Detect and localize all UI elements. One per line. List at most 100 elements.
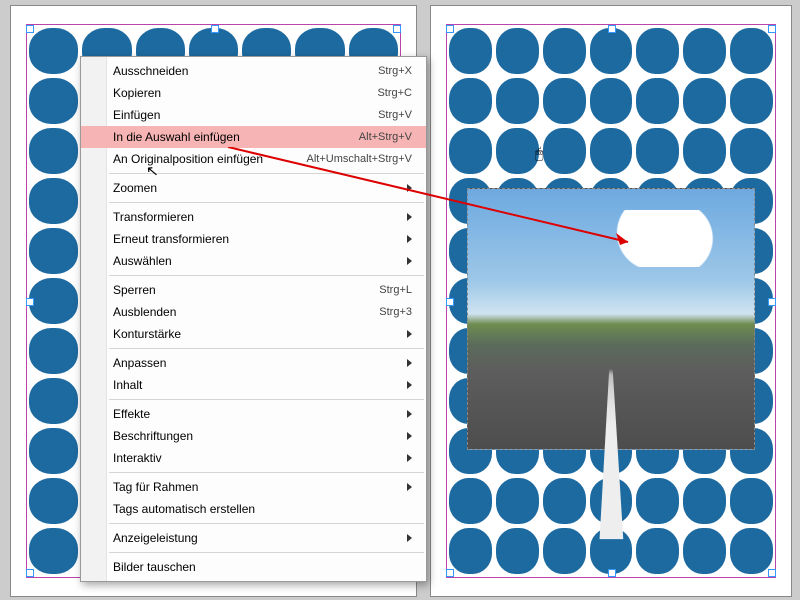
menu-item[interactable]: Transformieren (81, 206, 426, 228)
shape-cell[interactable] (496, 528, 539, 574)
menu-item[interactable]: An Originalposition einfügenAlt+Umschalt… (81, 148, 426, 170)
menu-item[interactable]: Tag für Rahmen (81, 476, 426, 498)
menu-item[interactable]: Zoomen (81, 177, 426, 199)
menu-item[interactable]: Auswählen (81, 250, 426, 272)
shape-cell[interactable] (590, 78, 633, 124)
placed-image[interactable] (467, 188, 755, 450)
context-menu[interactable]: Ausschneiden Strg+X KopierenStrg+CEinfügen… (80, 56, 427, 582)
shape-cell[interactable] (29, 128, 78, 174)
menu-item[interactable]: Ausschneiden Strg+X (81, 60, 426, 82)
shape-cell[interactable] (29, 78, 78, 124)
menu-item[interactable]: AusblendenStrg+3 (81, 301, 426, 323)
handle-icon[interactable] (446, 569, 454, 577)
shape-cell[interactable] (683, 28, 726, 74)
menu-separator (109, 523, 424, 524)
handle-icon[interactable] (768, 25, 776, 33)
menu-item-label: Tags automatisch erstellen (113, 502, 255, 516)
handle-icon[interactable] (26, 569, 34, 577)
shape-cell[interactable] (730, 78, 773, 124)
menu-item-label: Anpassen (113, 356, 166, 370)
shape-cell[interactable] (29, 378, 78, 424)
menu-item[interactable]: KopierenStrg+C (81, 82, 426, 104)
menu-item[interactable]: EinfügenStrg+V (81, 104, 426, 126)
shape-cell[interactable] (496, 78, 539, 124)
handle-icon[interactable] (446, 298, 454, 306)
shape-cell[interactable] (449, 78, 492, 124)
handle-icon[interactable] (608, 569, 616, 577)
shape-cell[interactable] (683, 528, 726, 574)
shape-cell[interactable] (590, 28, 633, 74)
shape-cell[interactable] (29, 528, 78, 574)
menu-separator (109, 348, 424, 349)
shape-cell[interactable] (29, 478, 78, 524)
menu-item[interactable]: In die Auswahl einfügenAlt+Strg+V (81, 126, 426, 148)
menu-item[interactable]: SperrenStrg+L (81, 279, 426, 301)
shape-cell[interactable] (29, 278, 78, 324)
shape-cell[interactable] (730, 128, 773, 174)
shape-cell[interactable] (449, 528, 492, 574)
shape-cell[interactable] (543, 528, 586, 574)
shape-cell[interactable] (29, 428, 78, 474)
menu-item-shortcut: Strg+X (378, 65, 412, 77)
shape-cell[interactable] (730, 28, 773, 74)
menu-item[interactable]: Bilder tauschen (81, 556, 426, 578)
shape-cell[interactable] (449, 478, 492, 524)
shape-cell[interactable] (449, 128, 492, 174)
handle-icon[interactable] (211, 25, 219, 33)
shape-cell[interactable] (496, 128, 539, 174)
shape-cell[interactable] (543, 28, 586, 74)
handle-icon[interactable] (768, 569, 776, 577)
handle-icon[interactable] (446, 25, 454, 33)
menu-item-label: An Originalposition einfügen (113, 152, 263, 166)
menu-item[interactable]: Effekte (81, 403, 426, 425)
shape-cell[interactable] (683, 478, 726, 524)
menu-item-label: Inhalt (113, 378, 142, 392)
handle-icon[interactable] (608, 25, 616, 33)
shape-cell[interactable] (636, 28, 679, 74)
shape-cell[interactable] (496, 28, 539, 74)
shape-cell[interactable] (543, 78, 586, 124)
shape-cell[interactable] (683, 128, 726, 174)
shape-cell[interactable] (730, 528, 773, 574)
handle-icon[interactable] (26, 298, 34, 306)
menu-item[interactable]: Tags automatisch erstellen (81, 498, 426, 520)
handle-icon[interactable] (768, 298, 776, 306)
menu-item[interactable]: Anzeigeleistung (81, 527, 426, 549)
shape-cell[interactable] (29, 178, 78, 224)
shape-cell[interactable] (730, 478, 773, 524)
submenu-arrow-icon (407, 410, 412, 418)
page-right[interactable] (430, 5, 792, 597)
submenu-arrow-icon (407, 534, 412, 542)
shape-cell[interactable] (496, 478, 539, 524)
shape-cell[interactable] (543, 128, 586, 174)
menu-item-label: In die Auswahl einfügen (113, 130, 240, 144)
handle-icon[interactable] (26, 25, 34, 33)
shape-cell[interactable] (636, 478, 679, 524)
shape-cell[interactable] (590, 128, 633, 174)
menu-item[interactable]: Erneut transformieren (81, 228, 426, 250)
handle-icon[interactable] (393, 25, 401, 33)
shape-cell[interactable] (29, 28, 78, 74)
submenu-arrow-icon (407, 432, 412, 440)
shape-cell[interactable] (29, 228, 78, 274)
menu-item-label: Kopieren (113, 86, 161, 100)
submenu-arrow-icon (407, 213, 412, 221)
menu-item[interactable]: Konturstärke (81, 323, 426, 345)
shape-cell[interactable] (29, 328, 78, 374)
selection-frame-right[interactable] (449, 28, 773, 574)
shape-cell[interactable] (636, 528, 679, 574)
shape-cell[interactable] (543, 478, 586, 524)
shape-cell[interactable] (449, 28, 492, 74)
menu-item[interactable]: Anpassen (81, 352, 426, 374)
cloud-icon (611, 210, 720, 267)
submenu-arrow-icon (407, 359, 412, 367)
shape-cell[interactable] (683, 78, 726, 124)
shape-cell[interactable] (636, 78, 679, 124)
menu-item[interactable]: Beschriftungen (81, 425, 426, 447)
menu-item-label: Ausschneiden (113, 64, 188, 78)
menu-item[interactable]: Inhalt (81, 374, 426, 396)
menu-item[interactable]: Interaktiv (81, 447, 426, 469)
menu-item-label: Ausblenden (113, 305, 176, 319)
shape-cell[interactable] (636, 128, 679, 174)
menu-item-label: Tag für Rahmen (113, 480, 198, 494)
